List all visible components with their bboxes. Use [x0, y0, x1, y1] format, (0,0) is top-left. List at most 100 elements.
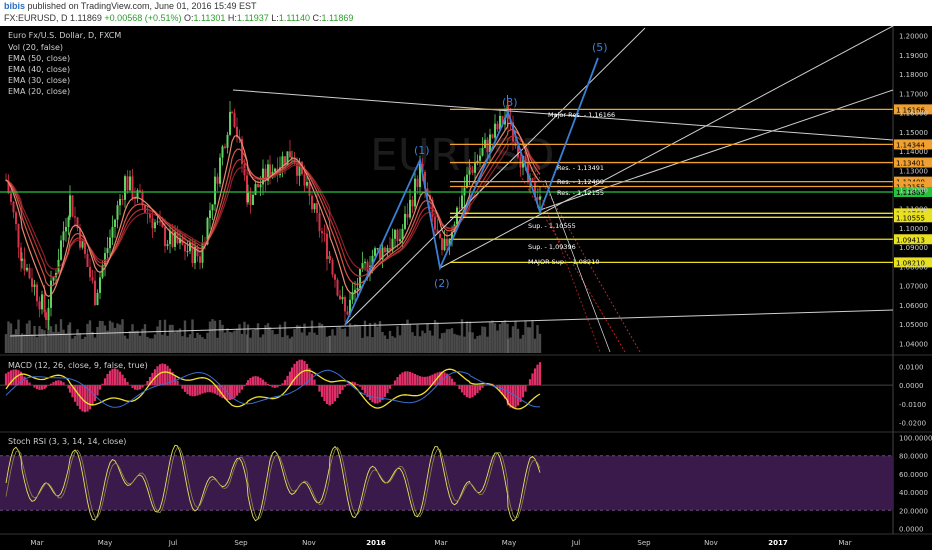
candle-body	[126, 176, 129, 191]
macd-hist-bar	[96, 385, 99, 396]
volume-bar	[371, 337, 374, 353]
macd-hist-bar	[28, 382, 31, 386]
macd-hist-bar	[353, 382, 357, 386]
candle-body	[131, 176, 134, 198]
macd-hist-bar	[411, 372, 414, 386]
trend-drawings	[9, 25, 894, 353]
candle-body	[224, 146, 226, 148]
macd-hist-bar	[131, 385, 134, 388]
volume-bar	[436, 322, 439, 353]
volume-bar	[171, 324, 174, 353]
volume-bar	[73, 336, 77, 353]
x-tick-label: Jul	[168, 539, 178, 547]
macd-hist-bar	[406, 371, 409, 386]
candle-body	[65, 227, 67, 232]
candle-body	[326, 233, 328, 260]
macd-hist-bar	[401, 372, 404, 386]
y-tick-label: 1.15000	[899, 129, 928, 137]
overlay-stoch-rsi[interactable]: Stoch RSI (3, 3, 14, 14, close)	[8, 437, 126, 446]
volume-bar	[453, 333, 456, 353]
volume-bar	[126, 338, 129, 353]
volume-bar	[418, 336, 422, 353]
volume-bar	[411, 332, 414, 353]
macd-hist-bar	[473, 385, 477, 396]
volume-bar	[181, 336, 184, 353]
macd-hist-bar	[283, 379, 287, 386]
candle-body	[52, 277, 55, 281]
macd-hist-bar	[33, 385, 36, 388]
overlay-ema50[interactable]: EMA (50, close)	[8, 54, 70, 63]
candle-body	[416, 178, 419, 187]
x-tick-label: 2016	[366, 539, 386, 547]
macd-hist-bar	[186, 385, 189, 395]
chart-canvas[interactable]: EURUSD (1)(2)(3)(5) Major Res. - 1,16166…	[0, 0, 932, 550]
overlay-macd[interactable]: MACD (12, 26, close, 9, false, true)	[8, 361, 148, 370]
volume-bar	[151, 338, 154, 353]
macd-hist-bar	[91, 385, 94, 406]
wave-label: (1)	[414, 144, 430, 157]
candle-body	[411, 199, 414, 207]
volume-bar	[440, 333, 444, 353]
volume-bar	[71, 338, 74, 353]
volume-bar	[283, 321, 287, 353]
macd-hist-bar	[98, 385, 102, 390]
volume-bar	[398, 335, 402, 353]
wave-label: (3)	[502, 96, 518, 109]
volume-bar	[300, 332, 304, 353]
volume-bar	[426, 323, 429, 353]
stoch-rsi-panel	[0, 444, 893, 522]
macd-hist-bar	[398, 374, 402, 386]
volume-bar	[206, 332, 209, 353]
macd-hist-bar	[538, 362, 542, 386]
volume-bar	[203, 338, 207, 353]
volume-bar	[163, 319, 167, 353]
candle-body	[469, 167, 471, 170]
candle-body	[33, 284, 36, 287]
candle-body	[364, 261, 366, 264]
volume-bar	[509, 337, 512, 353]
volume-bar	[428, 330, 432, 353]
macd-hist-bar	[126, 381, 129, 386]
candle-body	[456, 207, 458, 225]
candle-body	[356, 288, 359, 290]
macd-hist-bar	[341, 385, 344, 391]
volume-bar	[153, 334, 157, 353]
macd-hist-bar	[268, 385, 272, 387]
candle-body	[321, 231, 323, 234]
volume-bar	[243, 321, 246, 353]
macd-hist-bar	[528, 379, 532, 386]
volume-bar	[208, 321, 212, 353]
macd-hist-bar	[336, 385, 339, 398]
y-tick-label: 1.05000	[899, 321, 928, 329]
volume-bar	[533, 338, 537, 353]
candle-body	[384, 247, 386, 252]
volume-bar	[351, 325, 354, 353]
macd-hist-bar	[396, 377, 399, 386]
overlay-ema30[interactable]: EMA (30, close)	[8, 76, 70, 85]
candle-body	[404, 213, 406, 229]
candle-body	[399, 239, 401, 242]
volume-bar	[448, 329, 451, 353]
overlay-volume[interactable]: Vol (20, false)	[8, 43, 63, 52]
volume-bar	[254, 329, 257, 353]
overlay-ema20[interactable]: EMA (20, close)	[8, 87, 70, 96]
volume-bar	[471, 332, 474, 353]
macd-hist-bar	[208, 385, 212, 393]
macd-hist-bar	[363, 385, 367, 394]
candle-body	[394, 229, 396, 239]
macd-hist-bar	[346, 383, 349, 386]
overlay-ema40[interactable]: EMA (40, close)	[8, 65, 70, 74]
candle-body	[313, 203, 316, 210]
volume-bar	[20, 333, 24, 353]
macd-hist-bar	[278, 385, 282, 386]
volume-bar	[161, 334, 164, 353]
price-axes: 1.161661.143441.134011.124091.121551.118…	[894, 33, 932, 533]
macd-hist-bar	[254, 376, 257, 386]
candle-body	[316, 203, 318, 214]
rsi-tick-label: 60.0000	[899, 471, 928, 479]
overlay-symbol[interactable]: Euro Fx/U.S. Dollar, D, FXCM	[8, 31, 121, 40]
candle-body	[211, 204, 214, 211]
volume-bar	[278, 324, 282, 353]
volume-bar	[218, 320, 222, 353]
volume-bar	[148, 338, 152, 353]
